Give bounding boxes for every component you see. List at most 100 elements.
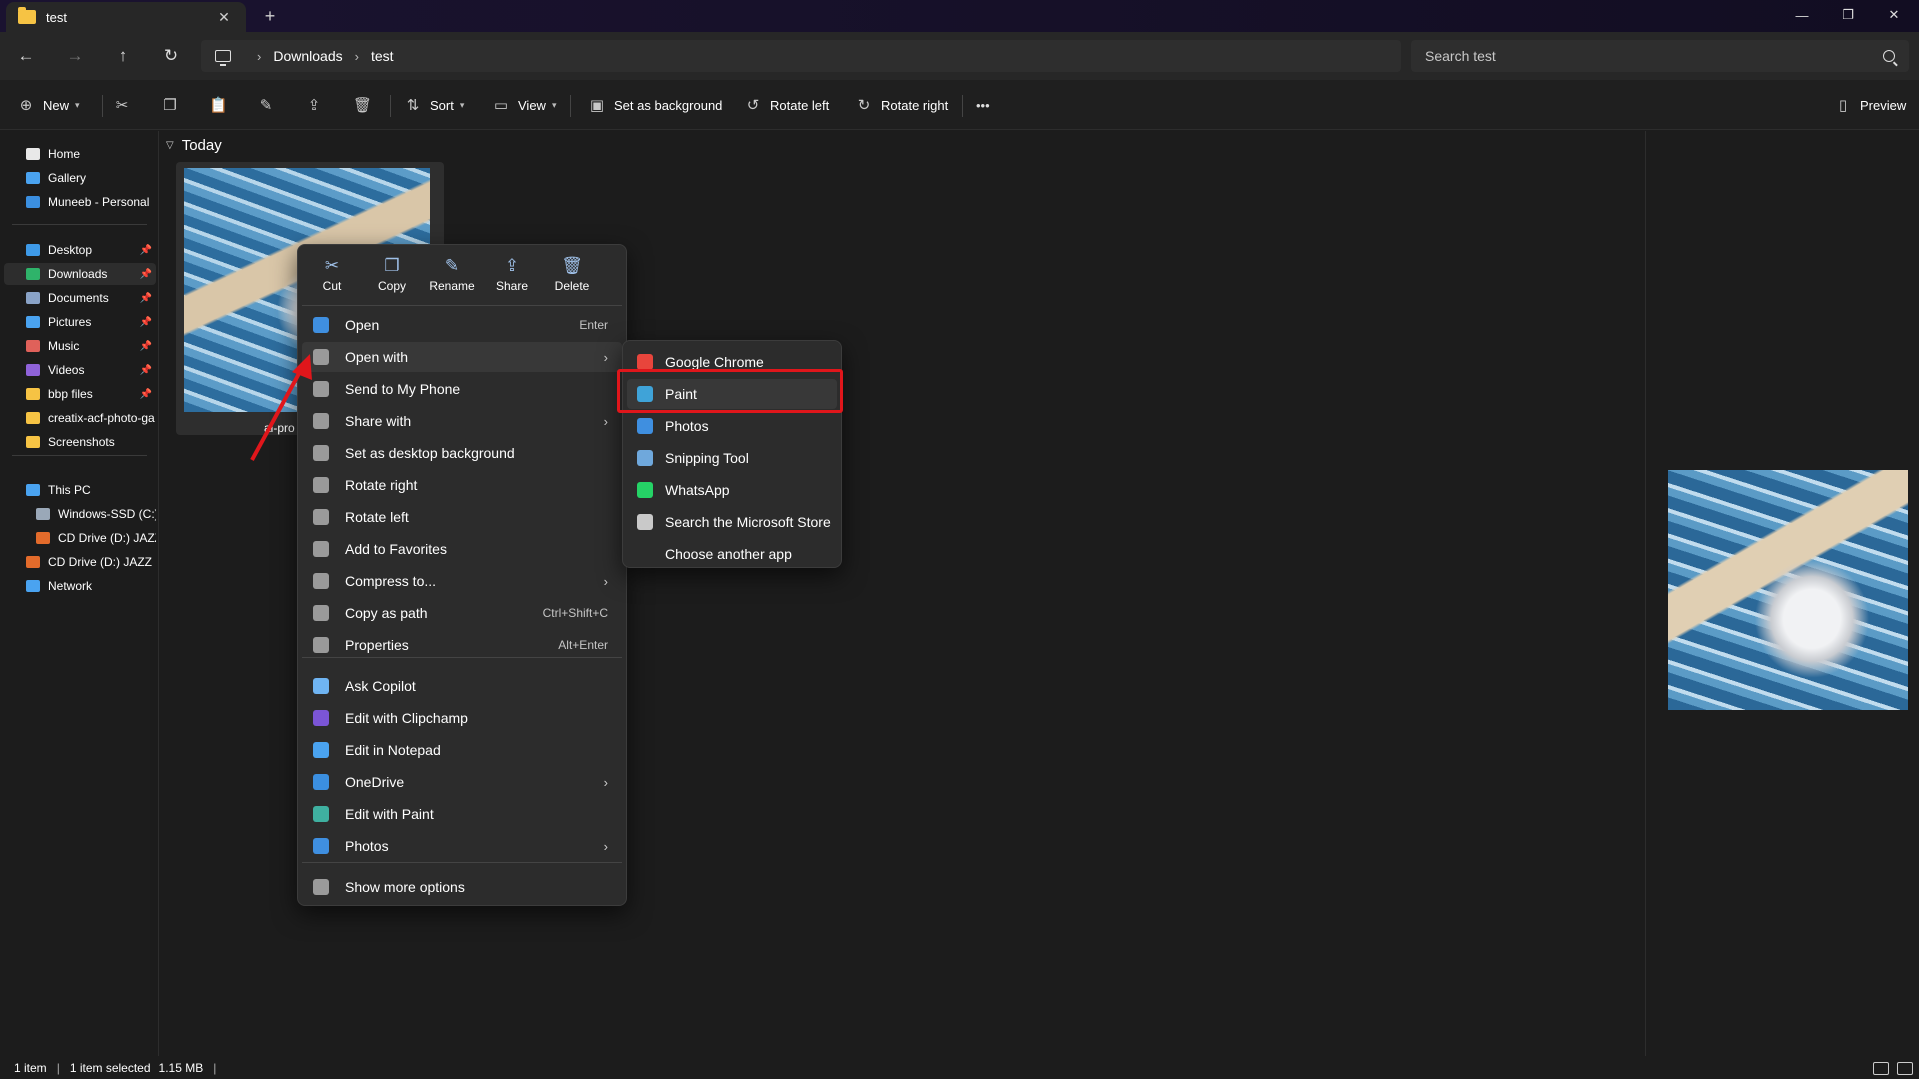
menu-item-edit-with-clipchamp[interactable]: Edit with Clipchamp: [302, 703, 622, 733]
sidebar-item[interactable]: Screenshots: [4, 431, 156, 453]
menu-item-label: Rotate right: [345, 477, 418, 493]
menu-item-share-with[interactable]: Share with ›: [302, 406, 622, 436]
up-arrow-icon[interactable]: ↑: [107, 40, 139, 72]
restore-button[interactable]: ❐: [1825, 0, 1871, 30]
copy-quick-action[interactable]: ❐ Copy: [364, 255, 420, 303]
sidebar-item[interactable]: Downloads 📌: [4, 263, 156, 285]
menu-item-copy-as-path[interactable]: Copy as path Ctrl+Shift+C: [302, 598, 622, 628]
forward-arrow-icon[interactable]: →: [59, 40, 91, 72]
copy-button[interactable]: ❐: [152, 90, 188, 120]
pin-icon: 📌: [139, 340, 152, 352]
quick-action-label: Delete: [554, 279, 590, 293]
breadcrumb-downloads[interactable]: Downloads: [273, 48, 342, 64]
close-window-button[interactable]: ✕: [1871, 0, 1917, 30]
menu-item-label: Compress to...: [345, 573, 437, 589]
menu-item-properties[interactable]: Properties Alt+Enter: [302, 630, 622, 660]
navigation-pane: Home Gallery Muneeb - Personal Desktop 📌 Down…: [0, 131, 159, 1056]
set-as-background-button[interactable]: ▣ Set as background: [588, 90, 723, 120]
sidebar-item[interactable]: Windows-SSD (C:): [4, 503, 156, 525]
submenu-item-label: Search the Microsoft Store: [665, 514, 831, 530]
sidebar-item[interactable]: Muneeb - Personal: [4, 191, 156, 213]
rename-quick-action[interactable]: ✎ Rename: [424, 255, 480, 303]
more-options-button[interactable]: •••: [976, 90, 990, 120]
tab-test[interactable]: test ✕: [6, 2, 246, 32]
sidebar-item[interactable]: Pictures 📌: [4, 311, 156, 333]
close-tab-icon[interactable]: ✕: [214, 7, 234, 27]
back-arrow-icon[interactable]: ←: [10, 40, 42, 72]
view-button[interactable]: ▭ View ▾: [492, 90, 557, 120]
new-button-label: New: [43, 97, 70, 113]
open-with-search-the-microsoft-store[interactable]: Search the Microsoft Store: [627, 507, 837, 537]
breadcrumb-test[interactable]: test: [371, 48, 394, 64]
blank-icon: [637, 546, 653, 562]
menu-item-rotate-left[interactable]: Rotate left: [302, 502, 622, 532]
sidebar-item[interactable]: creatix-acf-photo-ga: [4, 407, 156, 429]
minimize-button[interactable]: —: [1779, 0, 1825, 30]
rotate-right-button[interactable]: ↻ Rotate right: [855, 90, 949, 120]
rename-button[interactable]: ✎: [248, 90, 284, 120]
refresh-icon[interactable]: ↻: [155, 40, 187, 72]
tiles-view-icon[interactable]: [1897, 1062, 1913, 1075]
delete-quick-action[interactable]: 🗑 Delete: [544, 255, 600, 303]
open-with-choose-another-app[interactable]: Choose another app: [627, 539, 837, 569]
open-with-google-chrome[interactable]: Google Chrome: [627, 347, 837, 377]
menu-item-open-with[interactable]: Open with ›: [302, 342, 622, 372]
sidebar-item[interactable]: CD Drive (D:) JAZZ: [4, 551, 156, 573]
item-count: 1 item: [14, 1060, 47, 1075]
new-tab-button[interactable]: +: [258, 3, 282, 29]
group-header-today[interactable]: ▽ Today: [166, 137, 222, 154]
sidebar-item[interactable]: This PC: [4, 479, 156, 501]
set-as-background-label: Set as background: [614, 97, 723, 113]
sidebar-item[interactable]: bbp files 📌: [4, 383, 156, 405]
star-icon: [313, 541, 329, 557]
sidebar-item[interactable]: CD Drive (D:) JAZZ: [4, 527, 156, 549]
menu-item-open[interactable]: Open Enter: [302, 310, 622, 340]
menu-item-show-more-options[interactable]: Show more options: [302, 872, 622, 902]
folder-icon: [26, 388, 40, 400]
new-button[interactable]: ⊕ New ▾: [17, 90, 80, 120]
sidebar-item[interactable]: Videos 📌: [4, 359, 156, 381]
share-quick-action[interactable]: ⇪ Share: [484, 255, 540, 303]
sidebar-item[interactable]: Documents 📌: [4, 287, 156, 309]
delete-button[interactable]: 🗑: [344, 90, 380, 120]
toolbar-divider: [570, 95, 571, 117]
open-with-snipping-tool[interactable]: Snipping Tool: [627, 443, 837, 473]
menu-item-edit-in-notepad[interactable]: Edit in Notepad: [302, 735, 622, 765]
sidebar-item[interactable]: Home: [4, 143, 156, 165]
submenu-item-label: Paint: [665, 386, 697, 402]
address-bar[interactable]: › Downloads › test: [201, 40, 1401, 72]
open-with-whatsapp[interactable]: WhatsApp: [627, 475, 837, 505]
menu-item-edit-with-paint[interactable]: Edit with Paint: [302, 799, 622, 829]
details-view-icon[interactable]: [1873, 1062, 1889, 1075]
paste-button[interactable]: 📋: [200, 90, 236, 120]
menu-item-compress-to[interactable]: Compress to... ›: [302, 566, 622, 596]
preview-button[interactable]: ▯ Preview: [1834, 90, 1906, 120]
menu-item-send-to-my-phone[interactable]: Send to My Phone: [302, 374, 622, 404]
open-with-paint[interactable]: Paint: [627, 379, 837, 409]
menu-item-rotate-right[interactable]: Rotate right: [302, 470, 622, 500]
sidebar-item[interactable]: Gallery: [4, 167, 156, 189]
annotation-arrow: [250, 354, 312, 461]
paint-icon: [313, 806, 329, 822]
share-button[interactable]: ⇪: [296, 90, 332, 120]
menu-item-onedrive[interactable]: OneDrive ›: [302, 767, 622, 797]
sidebar-item[interactable]: Desktop 📌: [4, 239, 156, 261]
sidebar-item[interactable]: Network: [4, 575, 156, 597]
sidebar-item[interactable]: Music 📌: [4, 335, 156, 357]
cut-quick-action[interactable]: ✂ Cut: [304, 255, 360, 303]
quick-action-label: Copy: [377, 279, 406, 293]
menu-item-set-as-desktop-background[interactable]: Set as desktop background: [302, 438, 622, 468]
open-with-photos[interactable]: Photos: [627, 411, 837, 441]
menu-item-ask-copilot[interactable]: Ask Copilot: [302, 671, 622, 701]
context-menu: ✂ Cut ❐ Copy ✎ Rename ⇪ Share 🗑 Delete Open Enter O…: [297, 244, 627, 906]
menu-item-add-to-favorites[interactable]: Add to Favorites: [302, 534, 622, 564]
compress-icon: [313, 573, 329, 589]
sort-button[interactable]: ⇅ Sort ▾: [404, 90, 465, 120]
search-input[interactable]: [1425, 48, 1883, 64]
search-icon[interactable]: [1883, 50, 1895, 62]
search-box[interactable]: [1411, 40, 1909, 72]
rotate-left-button[interactable]: ↺ Rotate left: [744, 90, 830, 120]
cut-button[interactable]: ✂: [104, 90, 140, 120]
menu-item-photos[interactable]: Photos ›: [302, 831, 622, 861]
sidebar-item-label: Screenshots: [48, 435, 115, 449]
